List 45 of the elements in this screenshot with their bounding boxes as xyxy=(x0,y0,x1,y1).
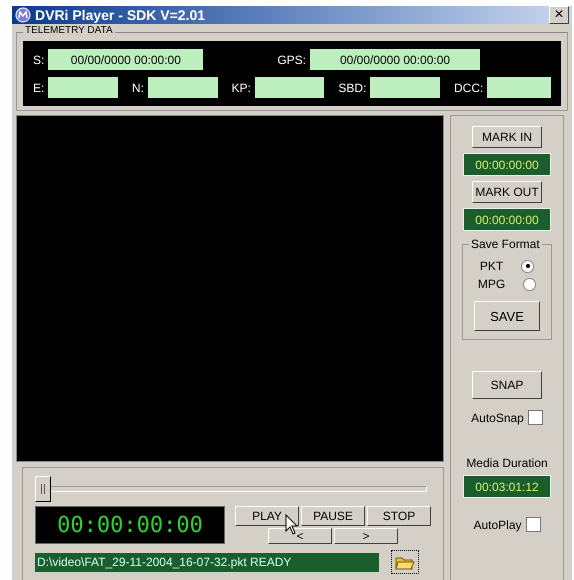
format-radio[interactable] xyxy=(521,260,534,272)
telemetry-field xyxy=(487,77,551,98)
media-duration-label: Media Duration xyxy=(466,456,548,470)
mark-out-button[interactable]: MARK OUT xyxy=(472,181,542,203)
mouse-cursor-icon xyxy=(285,514,299,536)
telemetry-field xyxy=(148,77,218,98)
telemetry-field: 00/00/0000 00:00:00 xyxy=(48,49,204,70)
telemetry-field: 00/00/0000 00:00:00 xyxy=(310,49,480,70)
field-label: S: xyxy=(33,52,44,66)
window-title: DVRi Player - SDK V=2.01 xyxy=(35,7,206,23)
telemetry-field xyxy=(370,77,440,98)
format-label: MPG xyxy=(478,277,506,291)
app-logo-icon xyxy=(15,7,31,23)
file-status: D:\video\FAT_29-11-2004_16-07-32.pkt READY xyxy=(35,552,379,572)
autoplay-checkbox[interactable] xyxy=(526,517,541,532)
field-label: KP: xyxy=(232,80,251,94)
close-button[interactable]: × xyxy=(549,6,569,24)
autosnap-checkbox[interactable] xyxy=(528,410,543,425)
seek-thumb[interactable] xyxy=(35,476,51,502)
media-duration: 00:03:01:12 xyxy=(463,475,551,498)
transport-button[interactable]: STOP xyxy=(367,506,431,526)
autoplay-label: AutoPlay xyxy=(473,518,522,532)
transport-button[interactable]: PAUSE xyxy=(301,506,365,526)
telemetry-title: TELEMETRY DATA xyxy=(23,25,115,36)
field-label: N: xyxy=(132,80,144,94)
telemetry-field xyxy=(254,77,324,98)
snap-button[interactable]: SNAP xyxy=(472,371,542,399)
save-format-title: Save Format xyxy=(469,237,542,251)
grip-icon xyxy=(41,484,45,494)
field-label: DCC: xyxy=(454,80,484,94)
open-folder-button[interactable] xyxy=(391,550,419,574)
mark-out-time: 00:00:00:00 xyxy=(463,208,551,231)
step-button[interactable]: < xyxy=(268,528,332,544)
step-button[interactable]: > xyxy=(334,528,398,544)
field-label: GPS: xyxy=(277,52,306,66)
save-button[interactable]: SAVE xyxy=(474,301,540,331)
field-label: E: xyxy=(33,80,44,94)
mark-in-button[interactable]: MARK IN xyxy=(472,126,542,148)
mark-in-time: 00:00:00:00 xyxy=(463,153,551,176)
telemetry-field xyxy=(48,77,118,98)
field-label: SBD: xyxy=(338,80,366,94)
autosnap-label: AutoSnap xyxy=(471,410,524,424)
timecode-display: 00:00:00:00 xyxy=(35,506,225,544)
format-label: PKT xyxy=(480,259,504,273)
format-radio[interactable] xyxy=(523,278,536,290)
